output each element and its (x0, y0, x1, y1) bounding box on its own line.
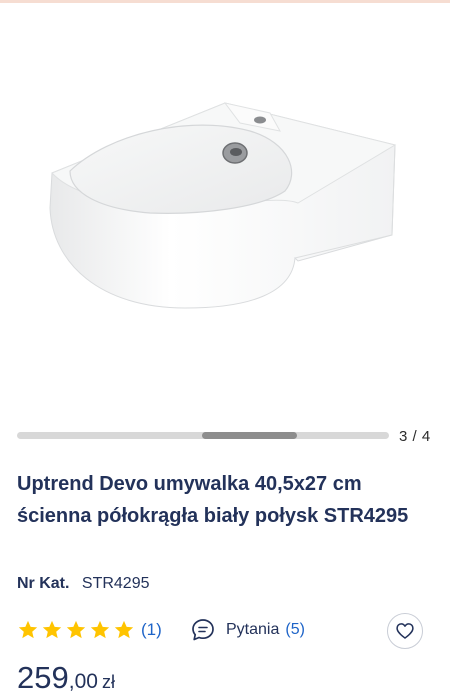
catalog-number: Nr Kat. STR4295 (17, 575, 150, 593)
star-icon (114, 620, 134, 639)
questions-count: (5) (285, 621, 305, 638)
questions-link[interactable]: Pytania (5) (190, 617, 305, 643)
star-icon (42, 620, 62, 639)
rating-row: (1) Pytania (5) (17, 613, 432, 649)
questions-label: Pytania (226, 621, 280, 638)
product-price: 259,00 zł (17, 660, 115, 696)
carousel-scroll-track[interactable] (17, 432, 389, 439)
star-icon (18, 620, 38, 639)
review-count-link[interactable]: (1) (141, 620, 162, 640)
price-integer: 259 (17, 660, 69, 695)
image-carousel-indicator: 3 / 4 (17, 428, 437, 445)
star-icon (90, 620, 110, 639)
product-image-gallery[interactable] (0, 3, 450, 408)
image-counter: 3 / 4 (399, 428, 431, 445)
washbasin-image[interactable] (0, 3, 450, 408)
catalog-number-label: Nr Kat. (17, 575, 70, 592)
add-to-favorites-button[interactable] (387, 613, 423, 649)
heart-icon (396, 623, 414, 639)
price-decimal: ,00 (68, 670, 98, 693)
rating-stars[interactable] (17, 619, 135, 641)
chat-bubble-icon (192, 619, 214, 641)
carousel-scroll-thumb[interactable] (202, 432, 297, 439)
star-icon (66, 620, 86, 639)
catalog-number-value: STR4295 (81, 575, 150, 592)
price-currency: zł (101, 672, 115, 692)
product-title: Uptrend Devo umywalka 40,5x27 cm ścienna… (17, 473, 409, 527)
